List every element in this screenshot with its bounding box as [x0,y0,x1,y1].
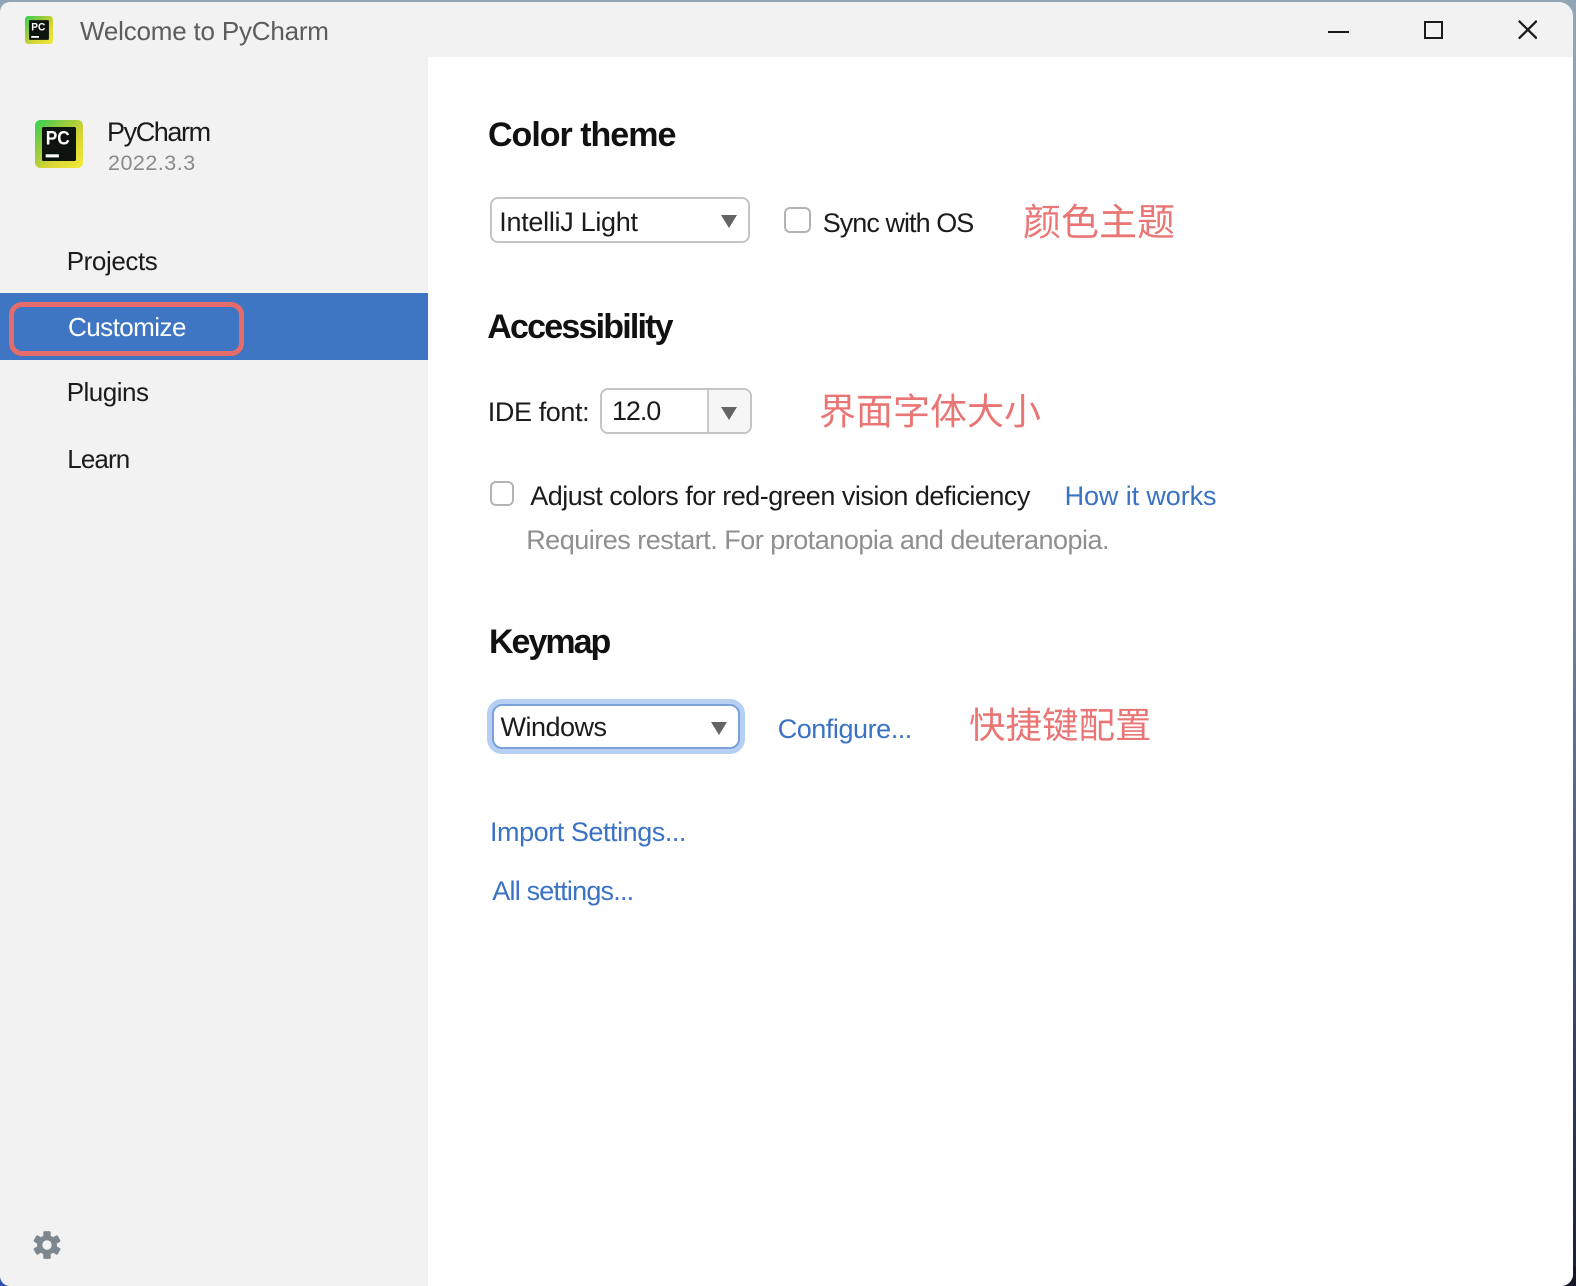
svg-text:PC: PC [46,128,70,149]
svg-text:PC: PC [31,21,45,33]
